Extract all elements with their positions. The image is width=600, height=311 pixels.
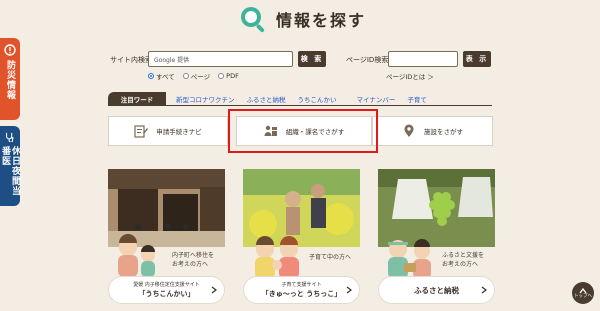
radio-selected: [148, 73, 154, 79]
card-caption: 子育て中の方へ: [309, 254, 352, 261]
site-search-input[interactable]: Google 提供: [148, 51, 293, 67]
page-id-search-label: ページID検索: [346, 56, 389, 64]
side-tab-holiday-doctor-label: 休日夜間当番医: [0, 146, 20, 197]
to-top-label: トップへ: [574, 293, 592, 299]
card-button-title: ふるさと納税: [414, 285, 459, 295]
page-id-show-button[interactable]: 表 示: [463, 51, 491, 67]
card-caption: ふるさと文援を お考えの方へ: [442, 252, 485, 268]
hot-words-badge: 注目ワード: [108, 92, 166, 106]
nav-application-navi-label: 申請手続きナビ: [156, 128, 202, 136]
scope-option-page[interactable]: ページ: [182, 71, 211, 81]
radio-unselected: [182, 73, 189, 79]
hot-word-link[interactable]: マイナンバー: [357, 94, 396, 104]
card-button-title: 「きゅ～っと うちっこ」: [261, 288, 342, 298]
side-tab-disaster[interactable]: 防災情報: [0, 38, 20, 120]
side-tab-disaster-label: 防災情報: [5, 60, 15, 100]
scope-option-pdf-label: PDF: [226, 72, 239, 80]
scope-option-pdf[interactable]: PDF: [218, 72, 239, 80]
card-caption: 内子町へ移住を お考えの方へ: [172, 252, 215, 268]
scope-option-all-label: すべて: [156, 73, 175, 81]
scope-option-page-label: ページ: [190, 73, 211, 81]
radio-unselected: [218, 73, 225, 79]
stethoscope-icon: [6, 132, 14, 143]
hot-words-links: 新型コロナワクチン ふるさと納税 うちこんかい マイナンバー 子育て: [176, 94, 439, 104]
nav-facility-search-label: 施設をさがす: [424, 128, 463, 136]
hot-words-bar: 注目ワード 新型コロナワクチン ふるさと納税 うちこんかい マイナンバー 子育て: [108, 92, 492, 106]
card-button[interactable]: 愛媛 内子移住定住支援サイト 「うちこんかい」: [109, 277, 224, 303]
search-magnifier-icon: [241, 7, 265, 33]
card-uchikonkai[interactable]: 内子町へ移住を お考えの方へ 愛媛 内子移住定住支援サイト 「うちこんかい」: [108, 169, 225, 303]
scope-option-all[interactable]: すべて: [148, 71, 175, 81]
map-pin-icon: [404, 124, 414, 137]
card-button-title: 「うちこんかい」: [138, 288, 195, 298]
search-scope-options: すべて ページ PDF: [148, 71, 239, 81]
side-tab-holiday-doctor[interactable]: 休日夜間当番医: [0, 126, 20, 206]
nav-application-navi[interactable]: 申請手続きナビ: [108, 116, 228, 146]
hot-word-link[interactable]: 子育て: [407, 94, 427, 104]
site-search-button[interactable]: 検 索: [298, 51, 326, 67]
page: 情報を探す 防災情報 休日夜間当番医 サイト内検索 Google 提供 検 索 …: [0, 0, 600, 311]
hot-word-link[interactable]: ふるさと納税: [247, 94, 286, 104]
chevron-right-icon: [481, 286, 487, 294]
card-button-subtitle: 子育て支援サイト: [281, 281, 322, 288]
chevron-right-icon: [346, 286, 352, 294]
highlight-frame: [228, 109, 378, 153]
chevron-right-icon: [211, 286, 217, 294]
hot-word-link[interactable]: うちこんかい: [298, 94, 337, 104]
page-title: 情報を探す: [276, 11, 367, 30]
nav-facility-search[interactable]: 施設をさがす: [372, 116, 493, 146]
form-edit-icon: [134, 125, 149, 138]
card-furusato-nozei[interactable]: ふるさと文援を お考えの方へ ふるさと納税: [378, 169, 495, 303]
page-id-help-link[interactable]: ページIDとは ＞: [386, 71, 434, 81]
page-heading: 情報を探す: [238, 4, 366, 34]
card-button[interactable]: 子育て支援サイト 「きゅ～っと うちっこ」: [244, 277, 359, 303]
to-top-button[interactable]: トップへ: [572, 282, 594, 304]
card-button[interactable]: ふるさと納税: [379, 277, 494, 303]
alert-icon: [4, 44, 16, 56]
page-id-input[interactable]: [388, 51, 458, 67]
hot-word-link[interactable]: 新型コロナワクチン: [176, 94, 235, 104]
card-button-subtitle: 愛媛 内子移住定住支援サイト: [133, 281, 200, 288]
card-kyutto-uchikko[interactable]: 子育て中の方へ 子育て支援サイト 「きゅ～っと うちっこ」: [243, 169, 360, 303]
site-search-label: サイト内検索: [110, 56, 152, 64]
